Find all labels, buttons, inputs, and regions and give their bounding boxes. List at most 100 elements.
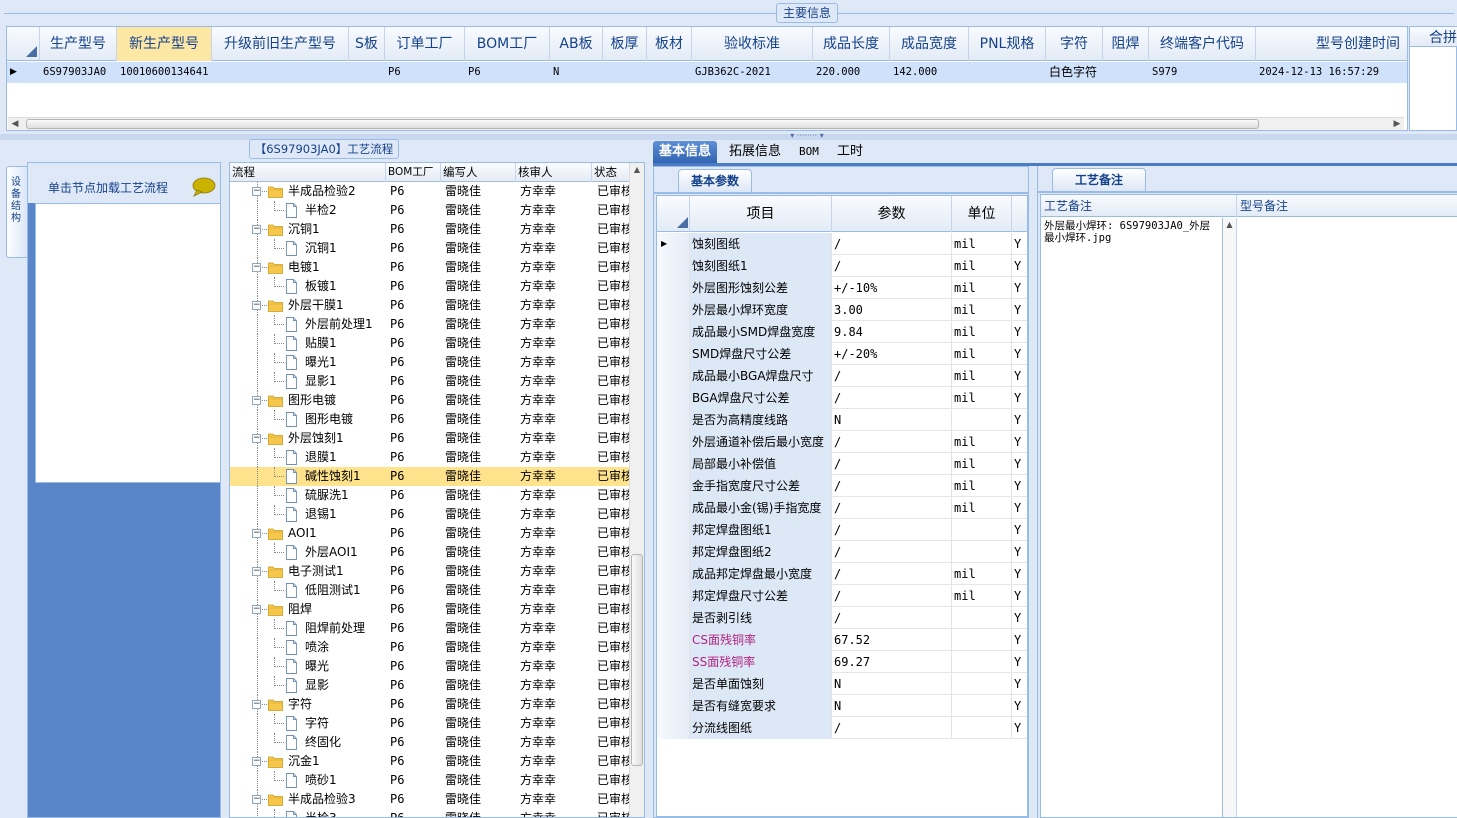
left-nav-tree[interactable] bbox=[35, 203, 221, 483]
param-value[interactable]: 67.52 bbox=[832, 629, 952, 651]
flow-row[interactable]: 图形电镀 P6 雷晓佳 方幸幸 已审核 bbox=[230, 410, 630, 429]
main-col-header[interactable]: 订单工厂 bbox=[385, 27, 465, 61]
flow-col-header[interactable]: 编写人 bbox=[441, 163, 516, 182]
flow-node[interactable]: − 沉金1 bbox=[230, 752, 385, 771]
flow-node[interactable]: − 阻焊 bbox=[230, 600, 385, 619]
chat-bubble-icon[interactable] bbox=[191, 177, 217, 197]
flow-row[interactable]: 喷砂1 P6 雷晓佳 方幸幸 已审核 bbox=[230, 771, 630, 790]
main-col-header[interactable]: 生产型号 bbox=[40, 27, 117, 61]
param-value[interactable]: 3.00 bbox=[832, 299, 952, 321]
flow-row[interactable]: 曝光1 P6 雷晓佳 方幸幸 已审核 bbox=[230, 353, 630, 372]
param-value[interactable]: N bbox=[832, 673, 952, 695]
flow-node[interactable]: − 字符 bbox=[230, 695, 385, 714]
param-value[interactable]: / bbox=[832, 497, 952, 519]
param-row[interactable]: 金手指宽度尺寸公差 / mil Y bbox=[657, 475, 1027, 497]
flow-node[interactable]: 字符 bbox=[230, 714, 385, 733]
params-col-header[interactable]: 项目 bbox=[690, 196, 832, 232]
collapse-icon[interactable]: − bbox=[252, 263, 261, 272]
flow-row[interactable]: 退膜1 P6 雷晓佳 方幸幸 已审核 bbox=[230, 448, 630, 467]
middle-splitter[interactable] bbox=[645, 142, 653, 818]
param-value[interactable]: / bbox=[832, 585, 952, 607]
main-col-header[interactable]: 板材 bbox=[647, 27, 692, 61]
flow-node[interactable]: 贴膜1 bbox=[230, 334, 385, 353]
flow-row[interactable]: − 阻焊 P6 雷晓佳 方幸幸 已审核 bbox=[230, 600, 630, 619]
vertical-tab-structure[interactable]: 设备结构 bbox=[6, 166, 27, 258]
param-row[interactable]: 分流线图纸 / Y bbox=[657, 717, 1027, 739]
main-cell[interactable] bbox=[603, 62, 647, 83]
main-cell[interactable] bbox=[1103, 62, 1149, 83]
scroll-up-icon[interactable]: ▲ bbox=[1223, 220, 1236, 229]
tab-3[interactable]: 工时 bbox=[831, 141, 869, 164]
flow-node[interactable]: 喷涂 bbox=[230, 638, 385, 657]
param-row[interactable]: SS面残铜率 69.27 Y bbox=[657, 651, 1027, 673]
flow-node[interactable]: − 半成品检验2 bbox=[230, 182, 385, 201]
main-col-header[interactable]: S板 bbox=[349, 27, 385, 61]
collapse-icon[interactable]: − bbox=[252, 225, 261, 234]
flow-row[interactable]: − 半成品检验2 P6 雷晓佳 方幸幸 已审核 bbox=[230, 182, 630, 201]
flow-row[interactable]: − 图形电镀 P6 雷晓佳 方幸幸 已审核 bbox=[230, 391, 630, 410]
main-col-header[interactable]: PNL规格 bbox=[969, 27, 1046, 61]
horizontal-splitter[interactable]: ▾ ········ ▾ bbox=[0, 132, 1457, 140]
flow-node[interactable]: 喷砂1 bbox=[230, 771, 385, 790]
flow-node[interactable]: 曝光1 bbox=[230, 353, 385, 372]
collapse-icon[interactable]: − bbox=[252, 301, 261, 310]
flow-node[interactable]: 阻焊前处理 bbox=[230, 619, 385, 638]
flow-row[interactable]: 字符 P6 雷晓佳 方幸幸 已审核 bbox=[230, 714, 630, 733]
param-value[interactable]: +/-10% bbox=[832, 277, 952, 299]
process-note-text[interactable]: 外层最小焊环: 6S97903JA0_外层最小焊环.jpg bbox=[1041, 218, 1223, 817]
flow-node[interactable]: 显影 bbox=[230, 676, 385, 695]
flow-node[interactable]: 沉铜1 bbox=[230, 239, 385, 258]
flow-row[interactable]: − 半成品检验3 P6 雷晓佳 方幸幸 已审核 bbox=[230, 790, 630, 809]
flow-row[interactable]: − 沉金1 P6 雷晓佳 方幸幸 已审核 bbox=[230, 752, 630, 771]
main-cell[interactable]: 6S97903JA0 bbox=[40, 62, 117, 83]
param-value[interactable]: 9.84 bbox=[832, 321, 952, 343]
param-value[interactable]: / bbox=[832, 717, 952, 739]
param-value[interactable]: / bbox=[832, 233, 952, 255]
main-cell[interactable] bbox=[969, 62, 1046, 83]
flow-row[interactable]: 外层前处理1 P6 雷晓佳 方幸幸 已审核 bbox=[230, 315, 630, 334]
collapse-icon[interactable]: − bbox=[252, 434, 261, 443]
param-row[interactable]: 成品最小金(锡)手指宽度 / mil Y bbox=[657, 497, 1027, 519]
params-col-header[interactable]: 单位 bbox=[952, 196, 1012, 232]
param-value[interactable]: / bbox=[832, 563, 952, 585]
main-col-header[interactable]: 板厚 bbox=[603, 27, 647, 61]
param-value[interactable]: N bbox=[832, 409, 952, 431]
param-value[interactable]: +/-20% bbox=[832, 343, 952, 365]
flow-row[interactable]: 显影 P6 雷晓佳 方幸幸 已审核 bbox=[230, 676, 630, 695]
main-col-header[interactable]: 新生产型号 bbox=[117, 27, 212, 61]
main-cell[interactable]: 白色字符 bbox=[1046, 62, 1103, 83]
flow-row[interactable]: 阻焊前处理 P6 雷晓佳 方幸幸 已审核 bbox=[230, 619, 630, 638]
flow-row[interactable]: − 外层干膜1 P6 雷晓佳 方幸幸 已审核 bbox=[230, 296, 630, 315]
param-row[interactable]: CS面残铜率 67.52 Y bbox=[657, 629, 1027, 651]
scroll-up-icon[interactable]: ▲ bbox=[630, 163, 644, 177]
param-row[interactable]: 成品最小BGA焊盘尺寸 / mil Y bbox=[657, 365, 1027, 387]
flow-node[interactable]: 半检2 bbox=[230, 201, 385, 220]
flow-row[interactable]: − 字符 P6 雷晓佳 方幸幸 已审核 bbox=[230, 695, 630, 714]
param-row[interactable]: 蚀刻图纸1/mil Y bbox=[657, 255, 1027, 277]
collapse-icon[interactable]: − bbox=[252, 605, 261, 614]
param-row[interactable]: 是否剥引线 / Y bbox=[657, 607, 1027, 629]
param-row[interactable]: 邦定焊盘图纸2/ Y bbox=[657, 541, 1027, 563]
flow-row[interactable]: 硫脲洗1 P6 雷晓佳 方幸幸 已审核 bbox=[230, 486, 630, 505]
main-col-header[interactable]: 终端客户代码 bbox=[1149, 27, 1256, 61]
flow-row[interactable]: 板镀1 P6 雷晓佳 方幸幸 已审核 bbox=[230, 277, 630, 296]
main-cell[interactable]: S979 bbox=[1149, 62, 1256, 83]
flow-node[interactable]: 终固化 bbox=[230, 733, 385, 752]
flow-row[interactable]: 曝光 P6 雷晓佳 方幸幸 已审核 bbox=[230, 657, 630, 676]
flow-row[interactable]: 半检2 P6 雷晓佳 方幸幸 已审核 bbox=[230, 201, 630, 220]
param-row[interactable]: 外层最小焊环宽度 3.00 mil Y bbox=[657, 299, 1027, 321]
flow-row[interactable]: − 沉铜1 P6 雷晓佳 方幸幸 已审核 bbox=[230, 220, 630, 239]
flow-col-header[interactable]: 状态 bbox=[592, 163, 630, 182]
flow-node[interactable]: − 外层蚀刻1 bbox=[230, 429, 385, 448]
param-value[interactable]: / bbox=[832, 431, 952, 453]
param-row[interactable]: 邦定焊盘尺寸公差 / mil Y bbox=[657, 585, 1027, 607]
main-cell[interactable] bbox=[647, 62, 692, 83]
flow-node[interactable]: 外层AOI1 bbox=[230, 543, 385, 562]
param-row[interactable]: 成品邦定焊盘最小宽度 / mil Y bbox=[657, 563, 1027, 585]
hscroll-thumb[interactable] bbox=[26, 119, 1259, 129]
collapse-icon[interactable]: − bbox=[252, 567, 261, 576]
scroll-right-icon[interactable]: ▶ bbox=[1390, 118, 1404, 131]
flow-col-header[interactable]: 核审人 bbox=[516, 163, 592, 182]
param-row[interactable]: 是否单面蚀刻 N Y bbox=[657, 673, 1027, 695]
param-value[interactable]: / bbox=[832, 519, 952, 541]
